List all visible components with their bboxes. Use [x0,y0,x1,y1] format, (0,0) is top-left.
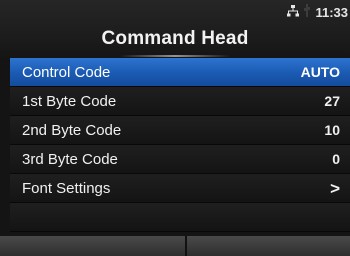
printer-screen: 11:33 Command Head Control Code AUTO 1st… [0,0,350,256]
menu-item-label: Control Code [22,63,111,81]
menu-item-label: Font Settings [22,179,111,197]
menu-item-value: 10 [324,122,340,138]
network-icon [287,4,300,20]
clock: 11:33 [315,4,348,20]
menu-item-value: 27 [324,93,340,109]
menu-empty-row [10,203,350,232]
page-title: Command Head [101,28,249,49]
softkey-right[interactable] [187,236,350,256]
menu-item-label: 3rd Byte Code [22,150,118,168]
menu-item-label: 1st Byte Code [22,92,117,110]
menu-item-2nd-byte-code[interactable]: 2nd Byte Code 10 [10,116,350,145]
menu-item-value: AUTO [300,64,340,80]
menu-item-3rd-byte-code[interactable]: 3rd Byte Code 0 [10,145,350,174]
title-underline [120,55,230,57]
menu-item-control-code[interactable]: Control Code AUTO [10,58,350,87]
softkey-left[interactable] [0,236,185,256]
menu-item-1st-byte-code[interactable]: 1st Byte Code 27 [10,87,350,116]
menu-item-font-settings[interactable]: Font Settings > [10,174,350,203]
menu-item-value: 0 [332,151,340,167]
softkey-bar [0,236,350,256]
settings-menu: Control Code AUTO 1st Byte Code 27 2nd B… [10,58,350,232]
menu-item-label: 2nd Byte Code [22,121,122,139]
status-area: 11:33 [287,4,348,20]
usb-icon [304,4,310,20]
status-bar: 11:33 [0,0,350,24]
chevron-right-icon: > [330,178,340,198]
